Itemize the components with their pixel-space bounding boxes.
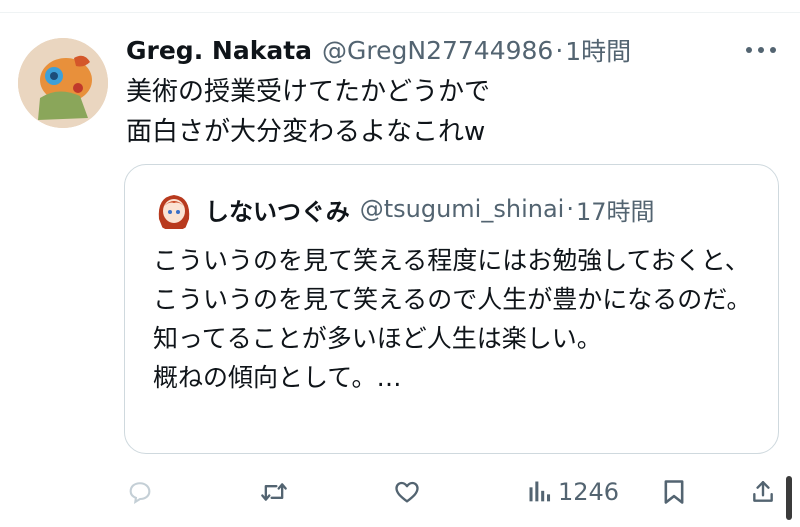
quoted-author-handle[interactable]: @tsugumi_shinai <box>360 195 565 223</box>
quoted-avatar[interactable] <box>153 189 195 231</box>
top-divider <box>0 12 800 13</box>
separator-dot: · <box>566 195 574 223</box>
scrollbar[interactable] <box>786 476 792 520</box>
action-bar: 1246 <box>0 466 800 518</box>
share-icon <box>753 481 773 502</box>
separator-dot: · <box>555 35 564 65</box>
author-name[interactable]: Greg. Nakata <box>126 36 312 65</box>
like-button[interactable] <box>392 466 422 518</box>
quoted-author-name[interactable]: しないつぐみ <box>205 192 350 227</box>
quoted-tweet-text: こういうのを見て笑える程度にはお勉強しておくと、こういうのを見て笑えるので人生が… <box>153 246 752 392</box>
more-button[interactable] <box>744 36 778 64</box>
author-handle[interactable]: @GregN27744986 <box>322 36 553 65</box>
heart-icon <box>395 481 419 503</box>
reply-button[interactable] <box>126 466 154 518</box>
quoted-header: しないつぐみ @tsugumi_shinai · 17時間 <box>205 187 655 231</box>
avatar[interactable] <box>18 38 108 128</box>
views-count: 1246 <box>558 478 620 506</box>
quoted-tweet[interactable]: しないつぐみ @tsugumi_shinai · 17時間 こういうのを見て笑え… <box>124 164 779 454</box>
retweet-icon <box>261 483 287 501</box>
tweet-time[interactable]: 1時間 <box>565 32 631 68</box>
retweet-button[interactable] <box>258 466 290 518</box>
views-button[interactable]: 1246 <box>528 466 619 518</box>
share-button[interactable] <box>750 466 776 518</box>
more-horizontal-icon <box>746 47 776 53</box>
quoted-tweet-time[interactable]: 17時間 <box>576 192 655 227</box>
bookmark-button[interactable] <box>662 466 686 518</box>
tweet-header: Greg. Nakata @GregN27744986 · 1時間 <box>126 30 631 70</box>
tweet-text: 美術の授業受けてたかどうかで 面白さが大分変わるよなこれw <box>126 77 491 147</box>
views-icon <box>529 481 551 502</box>
reply-icon <box>129 482 151 505</box>
bookmark-icon <box>664 480 684 504</box>
